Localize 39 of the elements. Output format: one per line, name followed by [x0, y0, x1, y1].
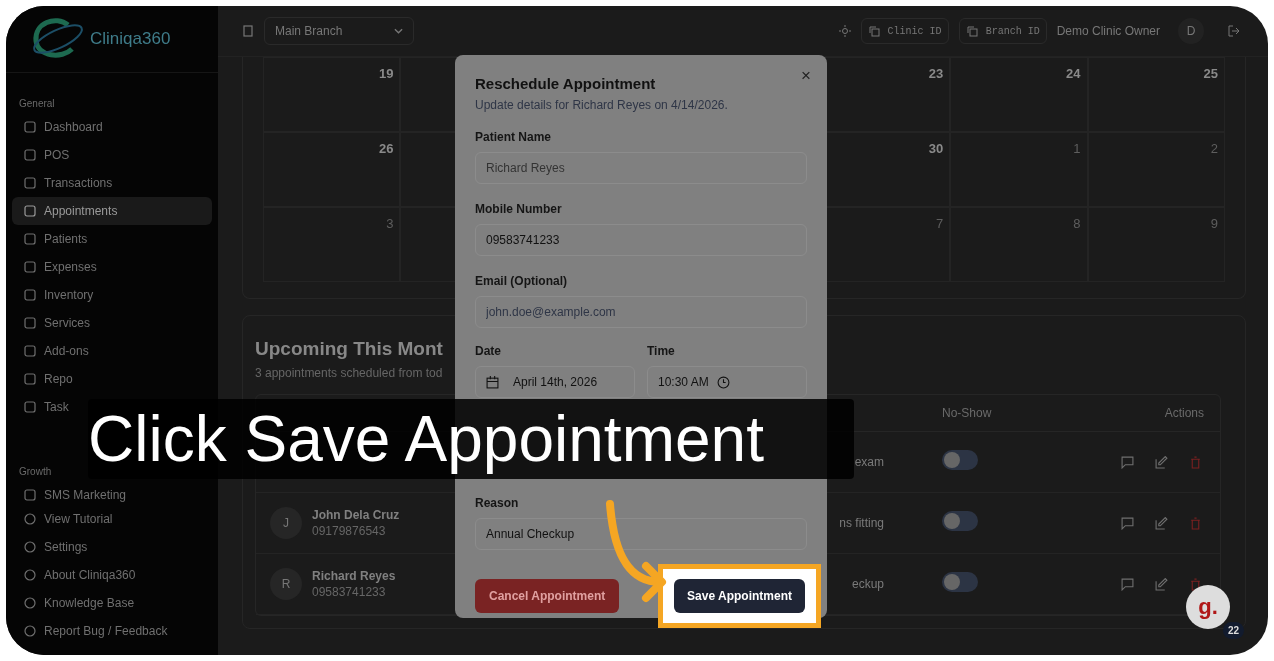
reason-text: eckup — [851, 577, 884, 591]
field-label: Patient Name — [475, 130, 552, 144]
section-title: Growth — [18, 465, 53, 479]
patient-avatar: R — [270, 568, 302, 600]
dialog-subtitle: Update details for Richard Reyes on 4/14/2026. — [475, 98, 729, 112]
section-heading: Upcoming This Mont — [255, 338, 443, 360]
day-number: 8 — [1073, 216, 1081, 231]
patient-avatar: J — [270, 507, 302, 539]
patient-name: Richard Reyes — [312, 569, 396, 583]
column-header: Actions — [1164, 406, 1204, 420]
field-label: Reason — [475, 496, 519, 510]
day-number: 30 — [928, 141, 944, 156]
logo-text: Cliniqa360 — [90, 29, 171, 49]
field-label: Time — [647, 344, 675, 358]
patient-phone: 09583741233 — [312, 585, 386, 599]
day-number: 23 — [928, 66, 944, 81]
user-name: Demo Clinic Owner — [1056, 24, 1160, 38]
field-label: Date — [475, 344, 501, 358]
count-badge: 22 — [1222, 622, 1244, 639]
patient-name: John Dela Cruz — [312, 508, 400, 522]
patient-phone: 09179876543 — [312, 524, 386, 538]
reason-text: exam — [854, 455, 884, 469]
section-title: General — [18, 97, 56, 111]
reason-text: ns fitting — [839, 516, 884, 530]
day-number: 7 — [935, 216, 944, 231]
day-number: 24 — [1066, 66, 1081, 81]
section-subtitle: 3 appointments scheduled from tod — [255, 366, 443, 380]
field-label: Email (Optional) — [475, 274, 567, 288]
column-header: No-Show — [942, 406, 992, 420]
day-number: 1 — [1073, 141, 1081, 156]
field-label: Mobile Number — [475, 202, 562, 216]
day-number: 26 — [378, 141, 394, 156]
day-number: 25 — [1203, 66, 1218, 81]
day-number: 9 — [1210, 216, 1218, 231]
day-number: 19 — [378, 66, 394, 81]
caption-text: Click Save Appointment — [88, 402, 764, 476]
day-number: 2 — [1210, 141, 1218, 156]
dialog-title: Reschedule Appointment — [475, 75, 656, 92]
day-number: 3 — [386, 216, 394, 231]
